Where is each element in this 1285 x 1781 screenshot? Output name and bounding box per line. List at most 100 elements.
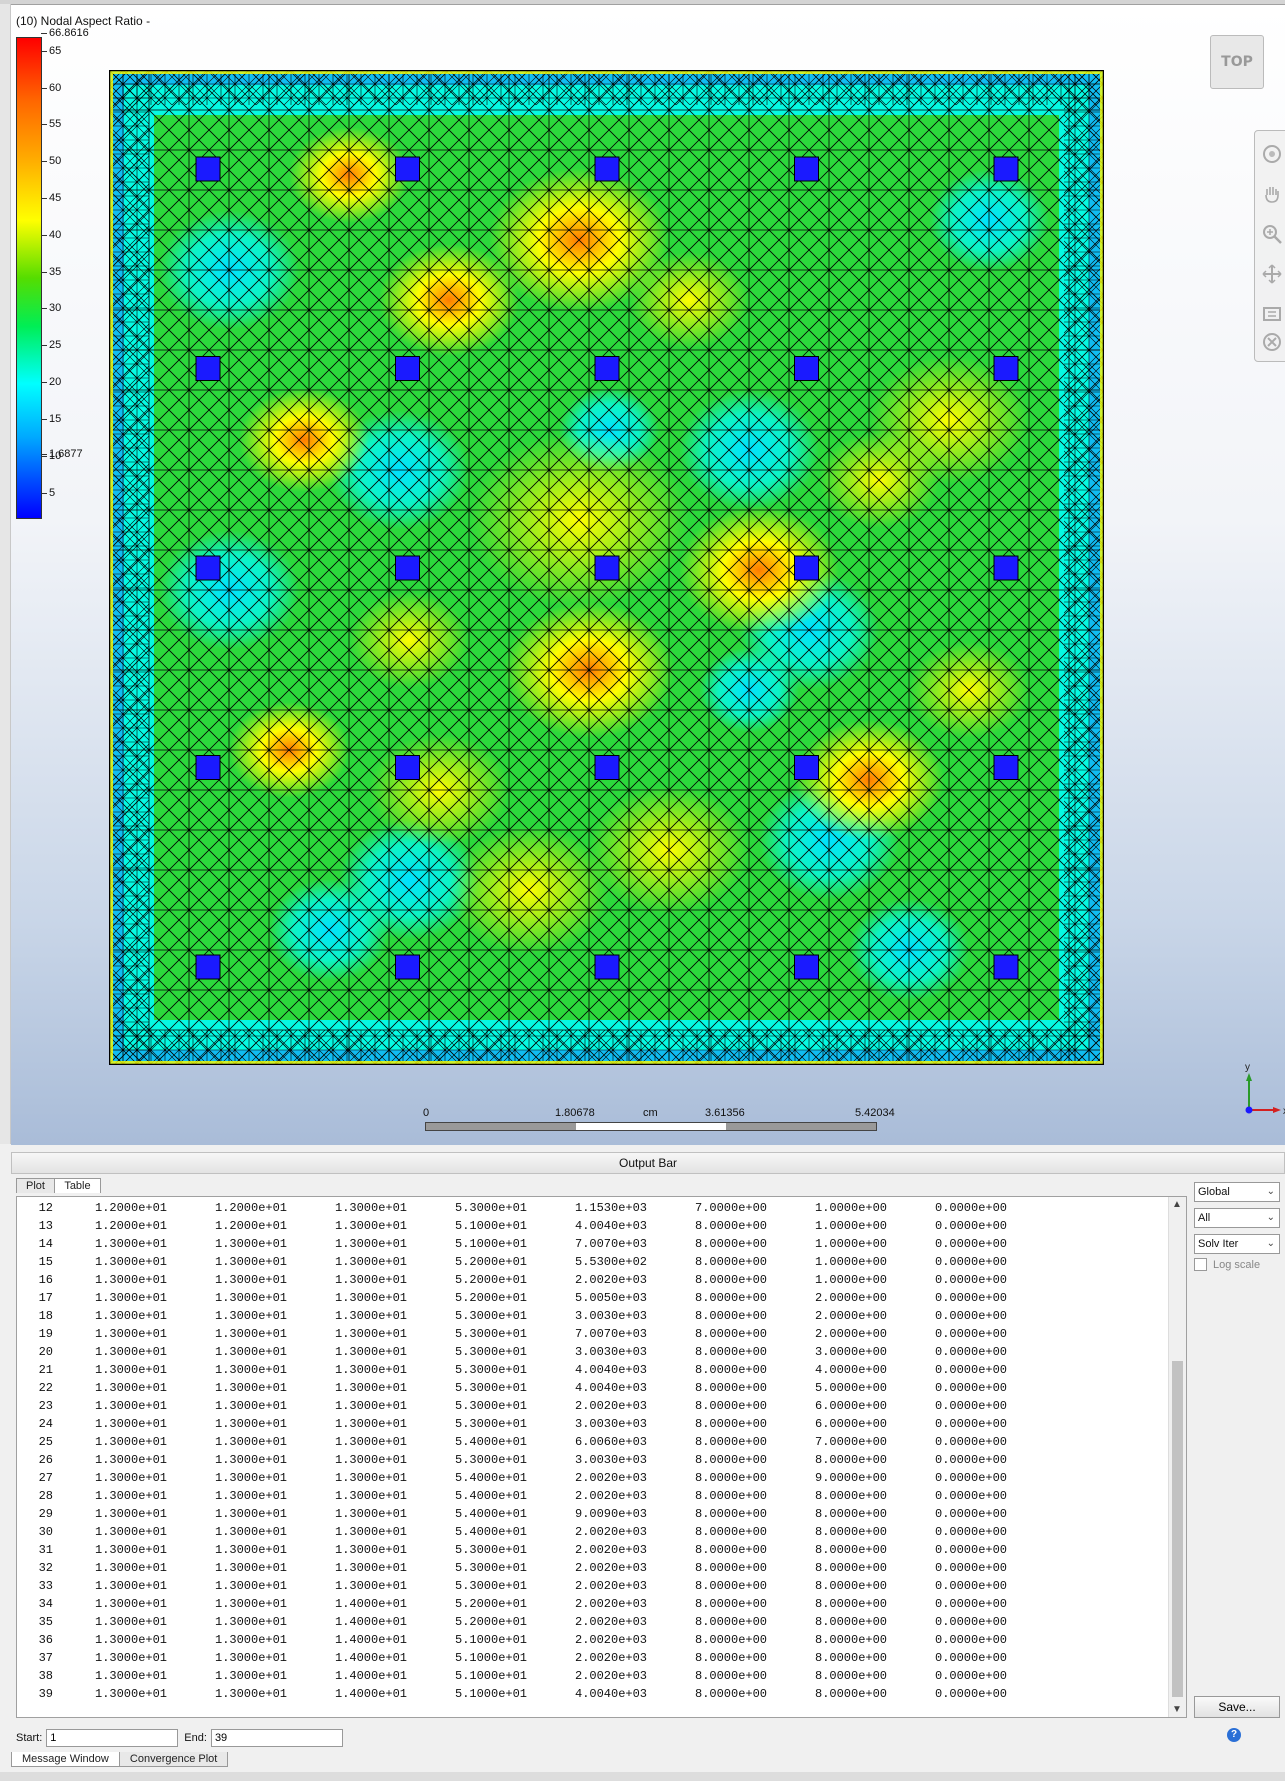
reset-view-icon[interactable]	[1261, 331, 1283, 353]
table-cell: 0.0000e+00	[935, 1201, 1008, 1215]
table-cell: 5.2000e+01	[455, 1291, 528, 1305]
table-cell: 3.0000e+00	[815, 1345, 888, 1359]
table-row: 37 1.3000e+01 1.3000e+01 1.4000e+01 5.1000e+…	[17, 1649, 1055, 1667]
table-cell: 4.0040e+03	[575, 1687, 648, 1701]
table-cell: 8.0000e+00	[815, 1489, 888, 1503]
table-cell: 1.3000e+01	[335, 1399, 408, 1413]
table-cell: 1.3000e+01	[335, 1435, 408, 1449]
table-cell: 2.0020e+03	[575, 1615, 648, 1629]
table-cell: 5.1000e+01	[455, 1651, 528, 1665]
table-cell: 3.0030e+03	[575, 1309, 648, 1323]
table-cell: 5.3000e+01	[455, 1309, 528, 1323]
table-cell: 1.0000e+00	[815, 1219, 888, 1233]
table-cell: 1.3000e+01	[215, 1615, 288, 1629]
pad-square	[395, 555, 420, 581]
table-cell: 1.3000e+01	[215, 1579, 288, 1593]
help-icon[interactable]: ?	[1227, 1728, 1241, 1742]
coordinate-system-value: Global	[1198, 1186, 1230, 1198]
output-table: 12 1.2000e+01 1.2000e+01 1.3000e+01 5.3000e+…	[17, 1199, 1055, 1703]
table-row-index: 34	[38, 1597, 53, 1611]
table-cell: 9.0000e+00	[815, 1471, 888, 1485]
table-row: 17 1.3000e+01 1.3000e+01 1.3000e+01 5.2000e+…	[17, 1289, 1055, 1307]
legend-tick-label: 45	[40, 192, 62, 204]
table-cell: 1.2000e+01	[95, 1219, 168, 1233]
end-input[interactable]	[210, 1729, 343, 1747]
table-cell: 0.0000e+00	[935, 1417, 1008, 1431]
scroll-up-icon[interactable]: ▲	[1172, 1199, 1182, 1210]
table-cell: 8.0000e+00	[695, 1435, 768, 1449]
coordinate-system-select[interactable]: Global ⌄	[1194, 1182, 1280, 1202]
pad-square	[594, 755, 620, 780]
table-cell: 1.4000e+01	[335, 1633, 408, 1647]
table-cell: 1.2000e+01	[215, 1219, 288, 1233]
table-cell: 2.0020e+03	[575, 1651, 648, 1665]
table-cell: 1.3000e+01	[215, 1273, 288, 1287]
filter-value: All	[1198, 1212, 1211, 1224]
table-cell: 8.0000e+00	[815, 1561, 888, 1575]
mesh-plot[interactable]	[109, 70, 1104, 1065]
rotate-icon[interactable]	[1261, 263, 1283, 285]
table-cell: 5.0000e+00	[815, 1381, 888, 1395]
view-top-button[interactable]: TOP	[1210, 35, 1264, 89]
table-cell: 9.0090e+03	[575, 1507, 648, 1521]
table-cell: 1.0000e+00	[815, 1201, 888, 1215]
tab-message-window[interactable]: Message Window	[11, 1752, 120, 1767]
table-cell: 0.0000e+00	[935, 1489, 1008, 1503]
start-label: Start:	[16, 1732, 43, 1744]
graphics-viewport[interactable]: (10) Nodal Aspect Ratio - 66.8616 65 60 55…	[11, 5, 1285, 1145]
table-cell: 1.3000e+01	[215, 1381, 288, 1395]
output-options-panel: Global ⌄ All ⌄ Solv Iter ⌄ Log scale Sav…	[1190, 1178, 1285, 1718]
table-cell: 1.2000e+01	[95, 1201, 168, 1215]
table-cell: 8.0000e+00	[695, 1273, 768, 1287]
table-cell: 4.0040e+03	[575, 1219, 648, 1233]
tab-table[interactable]: Table	[54, 1178, 101, 1193]
legend-min-label: 1.6877	[41, 448, 83, 460]
table-cell: 2.0020e+03	[575, 1273, 648, 1287]
log-scale-checkbox[interactable]	[1194, 1258, 1207, 1271]
scroll-thumb[interactable]	[1172, 1361, 1183, 1697]
table-cell: 2.0020e+03	[575, 1471, 648, 1485]
table-row: 22 1.3000e+01 1.3000e+01 1.3000e+01 5.3000e+…	[17, 1379, 1055, 1397]
table-cell: 1.3000e+01	[335, 1381, 408, 1395]
table-row: 36 1.3000e+01 1.3000e+01 1.4000e+01 5.1000e+…	[17, 1631, 1055, 1649]
table-cell: 5.3000e+01	[455, 1561, 528, 1575]
table-cell: 8.0000e+00	[695, 1291, 768, 1305]
log-scale-option[interactable]: Log scale	[1194, 1258, 1260, 1271]
table-cell: 1.3000e+01	[95, 1327, 168, 1341]
x-axis-select[interactable]: Solv Iter ⌄	[1194, 1234, 1280, 1254]
table-row-index: 33	[38, 1579, 53, 1593]
tab-plot[interactable]: Plot	[16, 1178, 55, 1193]
pad-square	[794, 954, 819, 980]
tab-convergence-plot[interactable]: Convergence Plot	[118, 1752, 229, 1767]
table-cell: 1.3000e+01	[95, 1399, 168, 1413]
filter-select[interactable]: All ⌄	[1194, 1208, 1280, 1228]
table-cell: 6.0060e+03	[575, 1435, 648, 1449]
pad-square	[195, 555, 221, 581]
table-cell: 1.3000e+01	[95, 1273, 168, 1287]
table-cell: 1.2000e+01	[215, 1201, 288, 1215]
fit-view-icon[interactable]	[1261, 303, 1283, 325]
table-row-index: 18	[38, 1309, 53, 1323]
zoom-icon[interactable]	[1261, 223, 1283, 245]
table-scrollbar[interactable]: ▲ ▼	[1168, 1197, 1186, 1717]
table-cell: 5.2000e+01	[455, 1273, 528, 1287]
table-cell: 1.3000e+01	[335, 1291, 408, 1305]
scroll-down-icon[interactable]: ▼	[1172, 1704, 1182, 1715]
table-cell: 8.0000e+00	[815, 1597, 888, 1611]
table-cell: 8.0000e+00	[695, 1399, 768, 1413]
orbit-icon[interactable]	[1261, 143, 1283, 165]
table-cell: 5.1000e+01	[455, 1237, 528, 1251]
table-cell: 8.0000e+00	[695, 1687, 768, 1701]
save-button[interactable]: Save...	[1194, 1696, 1280, 1718]
table-row-index: 21	[38, 1363, 53, 1377]
table-cell: 5.3000e+01	[455, 1417, 528, 1431]
table-cell: 8.0000e+00	[815, 1543, 888, 1557]
table-cell: 1.3000e+01	[95, 1417, 168, 1431]
table-cell: 1.3000e+01	[335, 1273, 408, 1287]
start-input[interactable]	[46, 1729, 179, 1747]
pan-hand-icon[interactable]	[1261, 183, 1283, 205]
table-row: 12 1.2000e+01 1.2000e+01 1.3000e+01 5.3000e+…	[17, 1199, 1055, 1217]
table-cell: 1.3000e+01	[215, 1597, 288, 1611]
table-cell: 1.3000e+01	[215, 1399, 288, 1413]
table-cell: 8.0000e+00	[695, 1489, 768, 1503]
